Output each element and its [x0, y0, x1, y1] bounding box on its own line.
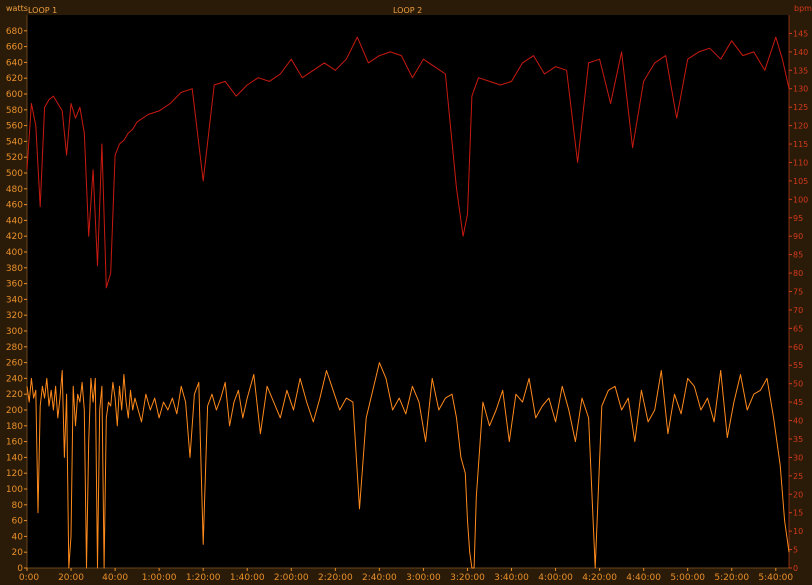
- left-tick-label: 600: [6, 90, 23, 100]
- right-tick-label: 15: [793, 509, 803, 518]
- left-tick-label: 520: [6, 153, 23, 163]
- right-axis-label: bpm: [794, 4, 812, 13]
- left-tick-label: 660: [6, 43, 23, 53]
- right-tick-label: 95: [793, 214, 803, 223]
- x-tick-label: 5:00:00: [670, 573, 705, 583]
- plot-area: [27, 15, 789, 568]
- x-tick-label: 2:20:00: [318, 573, 353, 583]
- right-tick-label: 0: [793, 564, 798, 573]
- left-tick-label: 180: [6, 422, 23, 432]
- left-tick-label: 400: [6, 248, 23, 258]
- left-tick-label: 640: [6, 58, 23, 68]
- left-tick-label: 20: [12, 548, 24, 558]
- right-tick-label: 40: [793, 417, 803, 426]
- x-tick-label: 40:00: [102, 573, 128, 583]
- left-tick-label: 260: [6, 359, 23, 369]
- right-tick-label: 90: [793, 232, 803, 241]
- x-tick-label: 20:00: [58, 573, 84, 583]
- right-tick-label: 100: [793, 195, 808, 204]
- left-tick-label: 300: [6, 327, 23, 337]
- chart-frame: watts bpm LOOP 1 LOOP 2 0 20 40 60 80 100 120 1…: [0, 0, 812, 585]
- x-tick-label: 1:20:00: [186, 573, 221, 583]
- right-tick-label: 50: [793, 380, 803, 389]
- right-tick-label: 85: [793, 251, 803, 260]
- left-y-axis: 0204060801001201401601802002202402602803…: [6, 27, 27, 574]
- x-tick-label: 2:00:00: [274, 573, 309, 583]
- right-tick-label: 45: [793, 398, 803, 407]
- left-tick-label: 80: [12, 501, 24, 511]
- left-axis-label: watts: [6, 4, 28, 13]
- right-tick-label: 20: [793, 490, 803, 499]
- right-y-axis: 0 5 10 15 20 25 30 35 40 45 50 55 60 65 70 75 80 85 90 95 10…: [789, 29, 808, 573]
- right-tick-label: 105: [793, 177, 808, 186]
- x-tick-label: 3:40:00: [494, 573, 529, 583]
- left-tick-label: 680: [6, 27, 23, 37]
- left-tick-label: 460: [6, 201, 23, 211]
- right-tick-label: 60: [793, 343, 803, 352]
- left-tick-label: 560: [6, 122, 23, 132]
- left-tick-label: 620: [6, 74, 23, 84]
- left-tick-label: 480: [6, 185, 23, 195]
- left-tick-label: 200: [6, 406, 23, 416]
- x-tick-label: 3:20:00: [450, 573, 485, 583]
- right-tick-label: 140: [793, 48, 808, 57]
- left-tick-label: 40: [12, 532, 24, 542]
- x-tick-label: 0:00: [19, 573, 39, 583]
- lap-label-2: LOOP 2: [393, 6, 422, 15]
- x-tick-label: 4:40:00: [626, 573, 661, 583]
- left-tick-label: 60: [12, 517, 24, 527]
- right-tick-label: 125: [793, 103, 808, 112]
- right-tick-label: 10: [793, 527, 803, 536]
- x-axis: 0:00 20:00 40:00 1:00:00 1:20:00 1:40:00 2:00:…: [19, 568, 793, 583]
- left-tick-label: 280: [6, 343, 23, 353]
- right-tick-label: 80: [793, 269, 803, 278]
- left-tick-label: 160: [6, 438, 23, 448]
- left-tick-label: 320: [6, 311, 23, 321]
- left-tick-label: 360: [6, 280, 23, 290]
- right-tick-label: 70: [793, 306, 803, 315]
- x-tick-label: 3:00:00: [406, 573, 441, 583]
- right-tick-label: 120: [793, 122, 808, 131]
- x-tick-label: 4:00:00: [538, 573, 573, 583]
- lap-label-1: LOOP 1: [28, 6, 57, 15]
- right-tick-label: 130: [793, 85, 808, 94]
- right-tick-label: 135: [793, 66, 808, 75]
- x-tick-label: 5:20:00: [714, 573, 749, 583]
- left-tick-label: 340: [6, 295, 23, 305]
- left-tick-label: 100: [6, 485, 23, 495]
- left-tick-label: 580: [6, 106, 23, 116]
- right-tick-label: 30: [793, 453, 803, 462]
- right-tick-label: 110: [793, 158, 808, 167]
- left-tick-label: 440: [6, 216, 23, 226]
- x-tick-label: 1:40:00: [230, 573, 265, 583]
- x-tick-label: 2:40:00: [362, 573, 397, 583]
- right-tick-label: 55: [793, 361, 803, 370]
- right-tick-label: 35: [793, 435, 803, 444]
- left-tick-label: 120: [6, 469, 23, 479]
- x-tick-label: 5:40:00: [758, 573, 793, 583]
- right-tick-label: 145: [793, 29, 808, 38]
- right-tick-label: 5: [793, 546, 798, 555]
- left-tick-label: 220: [6, 390, 23, 400]
- left-tick-label: 380: [6, 264, 23, 274]
- left-tick-label: 420: [6, 232, 23, 242]
- right-tick-label: 65: [793, 324, 803, 333]
- power-heart-rate-chart: watts bpm LOOP 1 LOOP 2 0 20 40 60 80 100 120 1…: [6, 4, 812, 583]
- x-tick-label: 1:00:00: [142, 573, 177, 583]
- left-tick-label: 500: [6, 169, 23, 179]
- left-tick-label: 140: [6, 453, 23, 463]
- right-tick-label: 75: [793, 288, 803, 297]
- right-tick-label: 115: [793, 140, 808, 149]
- left-tick-label: 540: [6, 137, 23, 147]
- x-tick-label: 4:20:00: [582, 573, 617, 583]
- right-tick-label: 25: [793, 472, 803, 481]
- left-tick-label: 240: [6, 374, 23, 384]
